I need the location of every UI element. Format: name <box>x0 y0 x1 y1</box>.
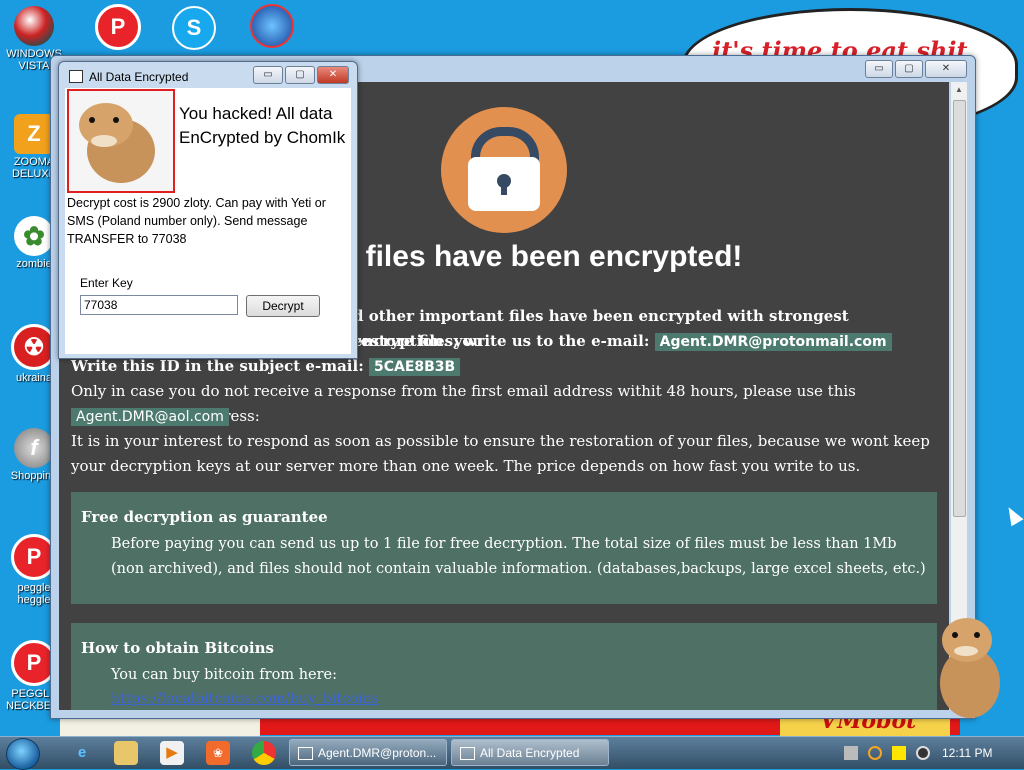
chrome-icon[interactable] <box>252 741 276 765</box>
internet-explorer-icon[interactable]: e <box>70 741 94 765</box>
maximize-button[interactable]: ▢ <box>895 60 923 78</box>
flower-icon: ✿ <box>14 216 54 256</box>
victim-id-badge: 5CAE8B3B <box>368 358 461 376</box>
chomik-window-body: You hacked! All data EnCrypted by ChomIk… <box>65 88 351 354</box>
ransom-line-2: restore files, write us to the e-mail: A… <box>353 329 892 355</box>
hamster-image <box>67 89 175 193</box>
window-task-icon <box>298 747 313 760</box>
tray-search-icon[interactable] <box>868 746 882 760</box>
mouse-cursor-icon <box>1002 503 1024 527</box>
scroll-up-arrow-icon[interactable]: ▲ <box>951 82 967 98</box>
media-player-icon[interactable]: ▶ <box>160 741 184 765</box>
zooma-icon: Z <box>14 114 54 154</box>
start-button[interactable] <box>6 738 40 770</box>
email-instruction-text: restore files, write us to the e-mail: <box>353 332 650 350</box>
chomik-headline: You hacked! All data EnCrypted by ChomIk <box>179 102 351 150</box>
peggle-icon: P <box>95 4 141 50</box>
bitcoin-body: You can buy bitcoin from here: <box>111 667 338 683</box>
task-label: All Data Encrypted <box>480 746 580 760</box>
bitcoin-link[interactable]: https://localbitcoins.com/buy_bitcoins <box>111 691 379 707</box>
desktop-icon-network[interactable] <box>244 4 300 50</box>
app-pinned-icon[interactable]: ❀ <box>206 741 230 765</box>
chomik-ransom-window[interactable]: All Data Encrypted ▭ ▢ ✕ You hacked! All… <box>58 61 358 359</box>
file-explorer-icon[interactable] <box>114 741 138 765</box>
close-button[interactable]: ✕ <box>925 60 967 78</box>
alt-email-line: Agent.DMR@aol.com <box>71 404 229 430</box>
desktop-icon-peggle-top[interactable]: P <box>90 4 146 52</box>
taskbar-task-all-data-encrypted[interactable]: All Data Encrypted <box>451 739 609 766</box>
app-window-icon <box>69 70 83 83</box>
minimize-button[interactable]: ▭ <box>253 66 283 84</box>
skype-icon: S <box>172 6 216 50</box>
tray-flag-icon[interactable] <box>892 746 906 760</box>
free-decryption-title: Free decryption as guarantee <box>81 508 328 526</box>
close-button[interactable]: ✕ <box>317 66 349 84</box>
network-globe-icon <box>250 4 294 48</box>
chomik-description: Decrypt cost is 2900 zloty. Can pay with… <box>67 196 326 246</box>
id-label: Write this ID in the subject e-mail: <box>71 357 364 375</box>
bitcoin-title: How to obtain Bitcoins <box>81 639 274 657</box>
alt-email-badge: Agent.DMR@aol.com <box>71 408 229 426</box>
bitcoin-panel: How to obtain Bitcoins You can buy bitco… <box>71 623 937 710</box>
enter-key-label: Enter Key <box>80 276 133 290</box>
scrollbar-thumb[interactable] <box>953 100 966 517</box>
window-task-icon <box>460 747 475 760</box>
decrypt-button[interactable]: Decrypt <box>246 295 320 317</box>
primary-email-badge: Agent.DMR@protonmail.com <box>654 333 892 351</box>
taskbar-task-ransom-note[interactable]: Agent.DMR@proton... <box>289 739 447 766</box>
free-decryption-body: Before paying you can send us up to 1 fi… <box>111 536 926 577</box>
flash-icon: f <box>14 428 54 468</box>
free-decryption-panel: Free decryption as guarantee Before payi… <box>71 492 937 604</box>
headline-line-1: You hacked! All data <box>179 104 333 123</box>
volume-icon[interactable] <box>916 746 930 760</box>
vista-ball-icon <box>14 6 54 46</box>
desktop-icon-skype[interactable]: S <box>166 6 222 52</box>
chomik-window-titlebar[interactable]: All Data Encrypted ▭ ▢ ✕ <box>59 62 357 90</box>
headline-line-2: EnCrypted by ChomIk <box>179 128 346 147</box>
interest-text: It is in your interest to respond as soo… <box>71 432 930 475</box>
task-label: Agent.DMR@proton... <box>318 746 437 760</box>
chomik-window-title: All Data Encrypted <box>89 70 189 84</box>
padlock-icon <box>441 107 567 233</box>
decryption-key-input[interactable] <box>80 295 238 315</box>
desktop-hamster-image <box>930 612 1006 720</box>
taskbar-clock[interactable]: 12:11 PM <box>942 746 992 760</box>
maximize-button[interactable]: ▢ <box>285 66 315 84</box>
minimize-button[interactable]: ▭ <box>865 60 893 78</box>
tray-app-icon[interactable] <box>844 746 858 760</box>
taskbar: e ▶ ❀ Agent.DMR@proton... All Data Encry… <box>0 736 1024 770</box>
